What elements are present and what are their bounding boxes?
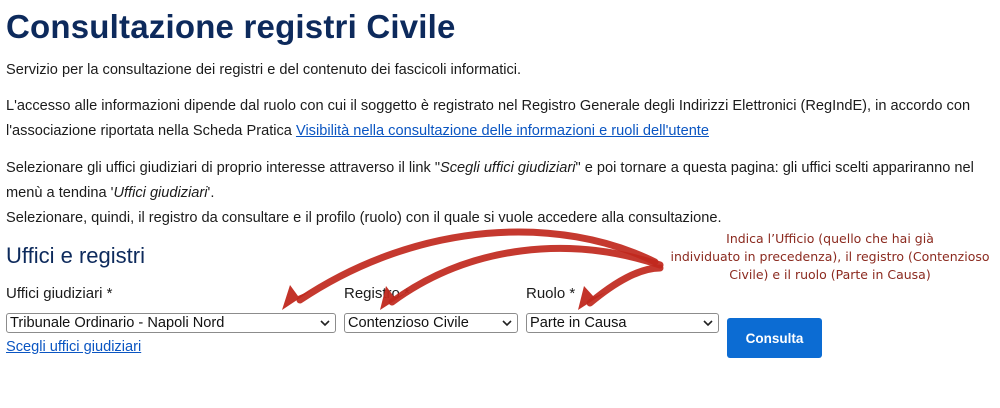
uffici-select-value: Tribunale Ordinario - Napoli Nord bbox=[10, 315, 225, 331]
consulta-button[interactable]: Consulta bbox=[727, 318, 822, 358]
access-paragraph: L'accesso alle informazioni dipende dal … bbox=[6, 94, 976, 144]
chevron-down-icon bbox=[320, 320, 330, 327]
arrowhead-ruolo bbox=[578, 286, 606, 310]
instructions-text-4: Selezionare, quindi, il registro da cons… bbox=[6, 210, 722, 226]
scegli-uffici-link[interactable]: Scegli uffici giudiziari bbox=[6, 339, 141, 355]
instructions-paragraph: Selezionare gli uffici giudiziari di pro… bbox=[6, 156, 976, 231]
registro-select[interactable]: Contenzioso Civile bbox=[344, 313, 518, 333]
visibility-link[interactable]: Visibilità nella consultazione delle inf… bbox=[296, 123, 709, 139]
arrowhead-uffici bbox=[282, 285, 312, 310]
section-title: Uffici e registri bbox=[6, 243, 145, 268]
ruolo-label: Ruolo * bbox=[526, 285, 576, 302]
annotation-note: Indica l’Ufficio (quello che hai già ind… bbox=[670, 231, 990, 282]
instructions-text-3: '. bbox=[207, 185, 215, 201]
instructions-text-1: Selezionare gli uffici giudiziari di pro… bbox=[6, 160, 441, 176]
page-title: Consultazione registri Civile bbox=[6, 8, 456, 45]
uffici-label: Uffici giudiziari * bbox=[6, 285, 113, 302]
instructions-em-scegli: Scegli uffici giudiziari bbox=[440, 160, 576, 176]
uffici-select[interactable]: Tribunale Ordinario - Napoli Nord bbox=[6, 313, 336, 333]
arrow-to-ruolo bbox=[586, 264, 664, 307]
chevron-down-icon bbox=[703, 320, 713, 327]
registro-select-value: Contenzioso Civile bbox=[348, 315, 469, 331]
chevron-down-icon bbox=[502, 320, 512, 327]
ruolo-select-value: Parte in Causa bbox=[530, 315, 627, 331]
registro-label: Registro * bbox=[344, 285, 410, 302]
ruolo-select[interactable]: Parte in Causa bbox=[526, 313, 719, 333]
instructions-em-uffici: Uffici giudiziari bbox=[113, 185, 208, 201]
intro-text: Servizio per la consultazione dei regist… bbox=[6, 62, 522, 78]
